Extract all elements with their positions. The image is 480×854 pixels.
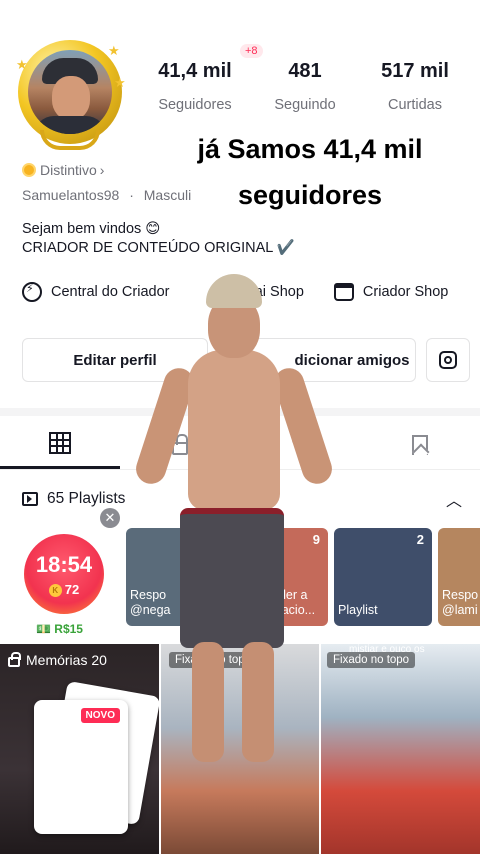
playlist-card[interactable]: Respo @nega: [126, 528, 224, 626]
coin-icon: [22, 163, 36, 177]
following-count: 481: [288, 60, 322, 82]
add-friends-label: dicionar amigos: [294, 351, 410, 369]
profile-stats: 41,4 mil Seguidores 481 Seguindo 517 mil…: [140, 60, 470, 113]
instagram-icon: [439, 351, 457, 369]
shop-label: vai Shop: [247, 284, 304, 300]
stat-following[interactable]: 481 Seguindo: [250, 60, 360, 113]
profile-avatar[interactable]: ★ ★ ★: [14, 36, 126, 150]
overlay-caption-line1: já Samos 41,4 mil: [197, 134, 423, 164]
tab-liked[interactable]: ♡: [240, 420, 360, 469]
likes-count: 517 mil: [381, 60, 449, 82]
playlist-title: Playlist: [338, 603, 378, 617]
laurel-ornament: [40, 130, 100, 150]
star-icon: ★: [16, 57, 28, 72]
badge-label: Distintivo: [40, 162, 97, 178]
video-thumbnail[interactable]: mistiar e ouco os Fixado no topo: [321, 644, 480, 854]
lock-icon: [8, 652, 21, 667]
playlist-card[interactable]: 2 Playlist: [334, 528, 432, 626]
playlist-title: Respo @nega: [130, 588, 171, 617]
grid-icon: [49, 432, 71, 454]
heart-icon: ♡: [290, 431, 310, 457]
creator-center-label: Central do Criador: [51, 284, 170, 300]
bio-line2: CRIADOR DE CONTEÚDO ORIGINAL ✔️: [22, 240, 295, 256]
pinned-label: Fixado no topo: [169, 652, 258, 668]
edit-profile-button[interactable]: Editar perfil: [22, 338, 208, 382]
bolt-icon: [22, 282, 42, 302]
reward-timer-widget[interactable]: 18:54 K 72 💵 R$15: [20, 530, 116, 636]
video-grid: Memórias 20 NOVO Fixado no topo mistiar …: [0, 644, 480, 854]
username: Samuelantos98: [22, 187, 120, 203]
stat-followers[interactable]: 41,4 mil Seguidores: [140, 60, 250, 113]
timer-circle: 18:54 K 72: [24, 534, 104, 614]
username-row: Samuelantos98 · Masculi: [22, 187, 191, 203]
close-icon[interactable]: ✕: [100, 508, 120, 528]
star-icon: ★: [108, 43, 120, 58]
store-icon: [333, 283, 354, 301]
badge-link[interactable]: Distintivo ›: [22, 162, 104, 178]
cash-reward: 💵 R$15: [36, 622, 83, 636]
playlist-icon: [22, 492, 38, 506]
memories-tile[interactable]: Memórias 20 NOVO: [0, 644, 159, 854]
add-friends-button[interactable]: dicionar amigos: [218, 338, 416, 382]
chevron-right-icon: ›: [99, 162, 105, 178]
playlist-title: Respo @lami: [442, 588, 479, 617]
new-badge: NOVO: [80, 708, 120, 723]
profile-actions: Editar perfil dicionar amigos: [22, 338, 470, 382]
overlay-caption: já Samos 41,4 mil seguidores: [160, 126, 460, 218]
stat-likes[interactable]: 517 mil Curtidas: [360, 60, 470, 113]
playlist-card[interactable]: Respo @lami: [438, 528, 480, 626]
tab-private[interactable]: [120, 420, 240, 469]
avatar-photo: [28, 50, 112, 134]
memory-card: NOVO: [34, 700, 128, 834]
separator-dot: ·: [129, 187, 134, 203]
playlist-title: nder a inacio...: [272, 588, 316, 617]
followers-label: Seguidores: [158, 97, 232, 113]
bio: Sejam bem vindos 😊 CRIADOR DE CONTEÚDO O…: [22, 220, 295, 258]
instagram-button[interactable]: [426, 338, 470, 382]
tab-videos[interactable]: [0, 420, 120, 469]
playlists-count-label: 65 Playlists: [47, 490, 126, 507]
tab-saved[interactable]: [360, 420, 480, 469]
gender-label: Masculi: [143, 187, 192, 203]
creator-shop-label: Criador Shop: [362, 284, 449, 300]
likes-label: Curtidas: [388, 97, 442, 113]
bookmark-icon: [412, 434, 428, 455]
content-tabs: ♡: [0, 420, 480, 470]
creator-links: Central do Criador vai Shop Criador Shop: [22, 282, 480, 302]
shop-link[interactable]: vai Shop: [247, 284, 303, 300]
playlists-header[interactable]: 65 Playlists ︿: [22, 487, 462, 511]
playlist-card[interactable]: 9 nder a inacio...: [230, 528, 328, 626]
section-divider: [0, 408, 480, 416]
playlists-row: 18:54 K 72 💵 R$15 Respo @nega 9 nder a in…: [0, 522, 480, 636]
playlist-count: 2: [416, 532, 424, 547]
overlay-caption-line2: seguidores: [237, 180, 383, 210]
playlist-count: 9: [312, 532, 320, 547]
creator-center-link[interactable]: Central do Criador: [22, 282, 169, 302]
timer-time: 18:54: [35, 552, 93, 577]
bio-line1: Sejam bem vindos 😊: [22, 221, 161, 237]
memories-label: Memórias 20: [8, 652, 107, 668]
new-followers-badge: +8: [240, 44, 263, 58]
lock-icon: [172, 434, 188, 455]
following-label: Seguindo: [274, 97, 336, 113]
pinned-label: Fixado no topo: [327, 652, 416, 668]
video-thumbnail[interactable]: Fixado no topo: [161, 644, 319, 854]
chevron-up-icon[interactable]: ︿: [446, 487, 462, 511]
star-icon: ★: [114, 75, 126, 90]
coin-icon: K: [48, 584, 62, 598]
timer-coins: K 72: [24, 582, 104, 598]
creator-shop-link[interactable]: Criador Shop: [333, 283, 449, 301]
followers-count: 41,4 mil: [158, 60, 232, 82]
